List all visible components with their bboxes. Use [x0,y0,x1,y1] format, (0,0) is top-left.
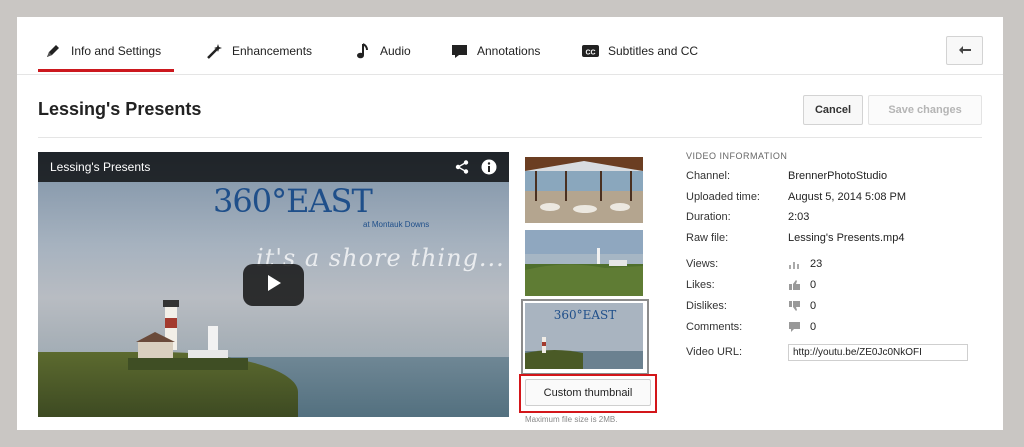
raw-file-label: Raw file: [686,232,729,244]
views-label: Views: [686,258,719,270]
tab-label: Annotations [477,44,541,58]
share-icon[interactable] [455,160,469,179]
custom-thumbnail-button[interactable]: Custom thumbnail [525,379,651,406]
dislikes-label: Dislikes: [686,300,727,312]
comment-icon [788,322,802,332]
divider [38,137,982,138]
magic-wand-icon [206,43,224,59]
player-title: Lessing's Presents [50,160,151,174]
uploaded-time-value: August 5, 2014 5:08 PM [788,191,907,203]
save-changes-button[interactable]: Save changes [868,95,982,125]
uploaded-time-label: Uploaded time: [686,191,760,203]
page-title: Lessing's Presents [38,99,202,119]
editor-panel: Info and Settings Enhancements Audio Ann… [17,17,1003,430]
play-icon [265,274,283,297]
pencil-icon [45,43,63,59]
video-information-heading: VIDEO INFORMATION [686,151,788,161]
thumbnail-option-1[interactable] [525,157,643,223]
thumbnail-image: 360°EAST [525,303,643,369]
play-button[interactable] [243,264,304,306]
tab-subtitles-and-cc[interactable]: CC Subtitles and CC [582,41,698,61]
active-tab-indicator [38,69,174,72]
tab-bar: Info and Settings Enhancements Audio Ann… [17,17,1003,75]
back-button[interactable] [946,36,983,65]
comments-value: 0 [810,321,817,333]
video-logo-text: 360°EAST [213,182,373,220]
thumbs-down-icon [788,301,802,311]
music-note-icon [354,43,372,59]
tab-label: Info and Settings [71,44,162,58]
svg-text:CC: CC [585,50,595,57]
tab-audio[interactable]: Audio [354,41,411,61]
video-url-label: Video URL: [686,346,743,358]
file-size-note: Maximum file size is 2MB. [525,415,618,424]
channel-label: Channel: [686,170,731,182]
info-icon[interactable] [481,159,497,180]
thumbnail-option-2[interactable] [525,230,643,296]
thumbnail-mini-logo: 360°EAST [554,308,617,322]
tab-annotations[interactable]: Annotations [451,41,540,61]
dislikes-stat: 0 [788,300,816,312]
lighthouse-image [128,300,248,370]
video-logo-subtext: at Montauk Downs [363,220,430,229]
views-value: 23 [810,258,823,270]
comments-stat: 0 [788,321,816,333]
back-arrow-icon [958,42,972,60]
video-player[interactable]: Lessing's Presents 360°EAST at Montauk D… [38,152,509,417]
tab-enhancements[interactable]: Enhancements [206,41,312,61]
thumbnail-image [525,157,643,223]
thumbnail-image [525,230,643,296]
cc-icon: CC [582,43,600,59]
views-stat: 23 [788,258,822,270]
likes-label: Likes: [686,279,715,291]
speech-bubble-icon [451,43,469,59]
thumbnail-option-3-selected[interactable]: 360°EAST [525,303,643,369]
duration-label: Duration: [686,211,731,223]
channel-value: BrennerPhotoStudio [788,170,888,182]
dislikes-value: 0 [810,300,817,312]
tab-info-and-settings[interactable]: Info and Settings [45,41,161,61]
tab-label: Audio [380,44,411,58]
bar-chart-icon [788,259,802,269]
video-url-field[interactable]: http://youtu.be/ZE0Jc0NkOFI [788,344,968,361]
tab-label: Subtitles and CC [608,44,699,58]
likes-value: 0 [810,279,817,291]
duration-value: 2:03 [788,211,810,223]
tab-label: Enhancements [232,44,313,58]
raw-file-value: Lessing's Presents.mp4 [788,232,905,244]
likes-stat: 0 [788,279,816,291]
comments-label: Comments: [686,321,743,333]
thumbs-up-icon [788,280,802,290]
cancel-button[interactable]: Cancel [803,95,863,125]
